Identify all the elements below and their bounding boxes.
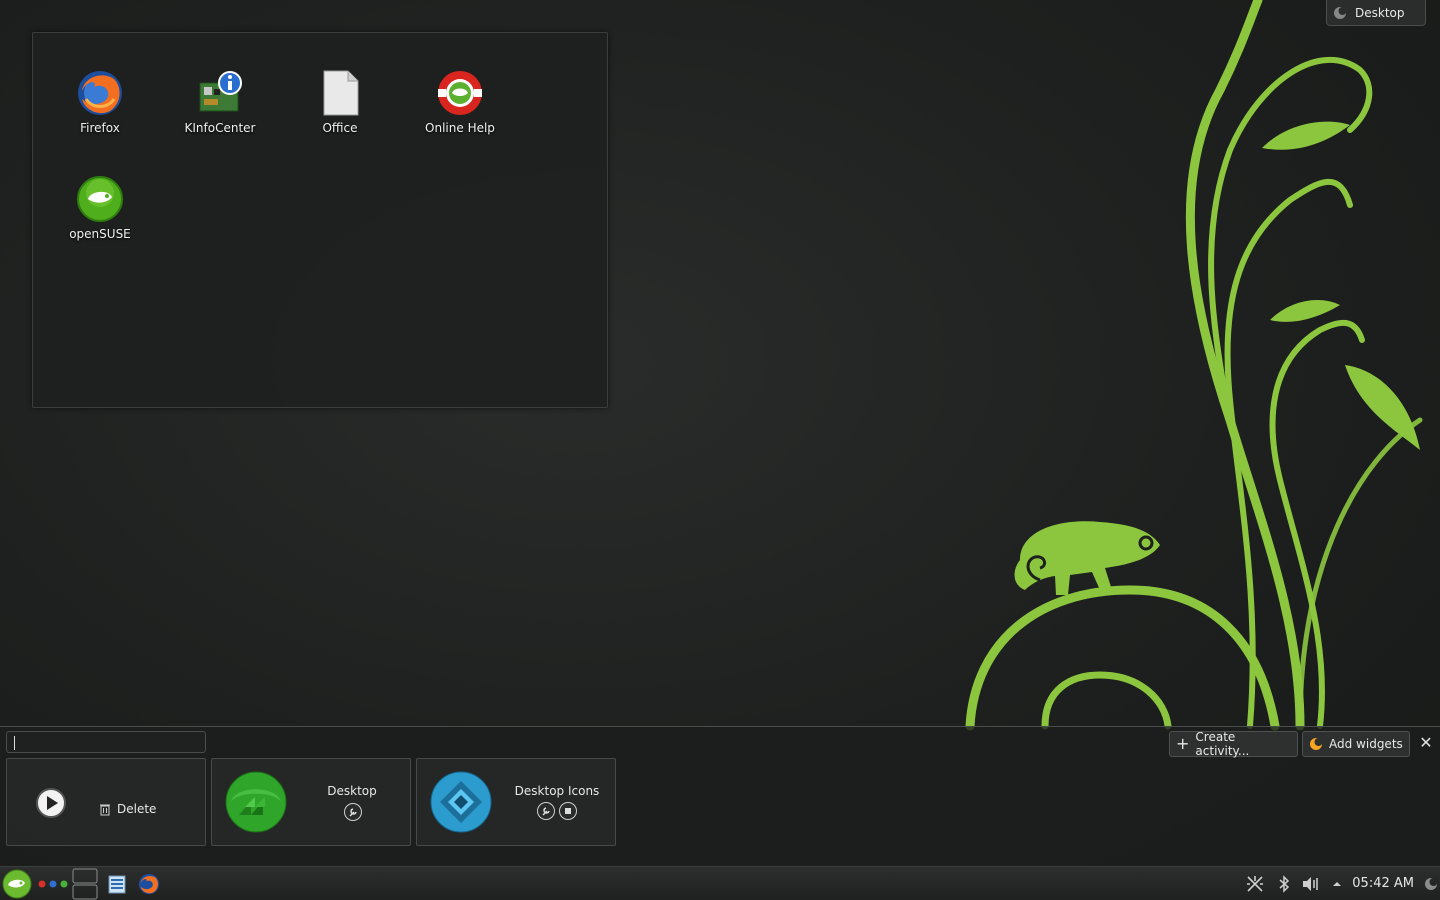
desktop-icon-firefox[interactable]: Firefox xyxy=(45,69,155,135)
application-launcher-button[interactable] xyxy=(0,867,34,900)
close-icon[interactable]: ✕ xyxy=(1418,735,1434,751)
plus-icon: + xyxy=(1176,734,1190,753)
desktop-icons-activity-icon xyxy=(430,771,492,833)
firefox-icon xyxy=(138,873,160,895)
desktop-icon-office[interactable]: Office xyxy=(285,69,395,135)
opensuse-menu-icon xyxy=(2,869,32,899)
online-help-icon xyxy=(438,71,482,115)
taskbar-file-manager[interactable] xyxy=(104,867,130,900)
activity-title: Desktop xyxy=(327,784,377,798)
pager-icon xyxy=(72,868,98,900)
network-tray-button[interactable] xyxy=(1244,867,1266,900)
bluetooth-icon xyxy=(1279,875,1290,893)
search-input[interactable] xyxy=(6,731,206,753)
firefox-icon xyxy=(78,71,122,115)
activity-toolbox-button[interactable]: Desktop xyxy=(1326,0,1426,26)
delete-activity-button[interactable]: Delete xyxy=(99,802,156,816)
activities-button[interactable] xyxy=(36,867,70,900)
trash-icon xyxy=(100,804,110,815)
desktop-icon-label: Office xyxy=(322,121,358,135)
taskbar: 05:42 AM xyxy=(0,866,1440,900)
activity-dots-icon xyxy=(38,880,68,888)
cashew-icon xyxy=(1334,6,1347,19)
desktop-icon-label: openSUSE xyxy=(69,227,131,241)
desktop-icon-online-help[interactable]: Online Help xyxy=(405,69,515,135)
desktop-icon-label: Online Help xyxy=(425,121,495,135)
pager-widget[interactable] xyxy=(72,867,98,900)
volume-icon xyxy=(1303,877,1318,891)
configure-activity-icon[interactable] xyxy=(344,803,362,821)
kinfocenter-icon xyxy=(199,71,242,112)
activity-title: Desktop Icons xyxy=(514,784,600,798)
activity-label: Desktop xyxy=(1355,5,1405,20)
cashew-icon xyxy=(1310,738,1323,750)
opensuse-icon xyxy=(77,176,123,222)
configure-activity-icon[interactable] xyxy=(537,802,555,820)
taskbar-firefox[interactable] xyxy=(136,867,162,900)
desktop-icon-label: KInfoCenter xyxy=(184,121,256,135)
network-icon xyxy=(1247,876,1263,892)
play-icon[interactable] xyxy=(35,787,67,819)
desktop-icon-label: Firefox xyxy=(80,121,120,135)
text-caret xyxy=(14,736,15,750)
activity-card[interactable]: Delete xyxy=(6,758,206,846)
folder-view-widget[interactable]: Firefox KInfoCenter Office Online Help o… xyxy=(32,32,608,408)
create-activity-button[interactable]: + Create activity... xyxy=(1169,730,1298,758)
activity-card-desktop-icons[interactable]: Desktop Icons xyxy=(416,758,616,846)
delete-label: Delete xyxy=(117,802,157,816)
cashew-icon xyxy=(1425,878,1438,890)
volume-tray-button[interactable] xyxy=(1300,867,1322,900)
bluetooth-tray-button[interactable] xyxy=(1274,867,1294,900)
office-document-icon xyxy=(323,70,359,116)
file-manager-icon xyxy=(108,875,126,894)
panel-toolbox-button[interactable] xyxy=(1422,867,1440,900)
tray-expand-icon xyxy=(1333,882,1341,886)
add-widgets-button[interactable]: Add widgets xyxy=(1302,731,1410,757)
add-widgets-label: Add widgets xyxy=(1329,737,1403,751)
desktop-icon-opensuse[interactable]: openSUSE xyxy=(45,175,155,241)
activity-card-desktop[interactable]: Desktop xyxy=(211,758,411,846)
create-activity-label: Create activity... xyxy=(1195,730,1250,758)
activity-manager-panel: + Create activity... Add widgets ✕ Delet… xyxy=(0,726,1440,866)
stop-activity-icon[interactable] xyxy=(559,802,577,820)
tray-expand-button[interactable] xyxy=(1330,867,1344,900)
digital-clock[interactable]: 05:42 AM xyxy=(1352,867,1414,900)
desktop-icon-kinfocenter[interactable]: KInfoCenter xyxy=(165,69,275,135)
desktop-activity-icon xyxy=(225,771,287,833)
